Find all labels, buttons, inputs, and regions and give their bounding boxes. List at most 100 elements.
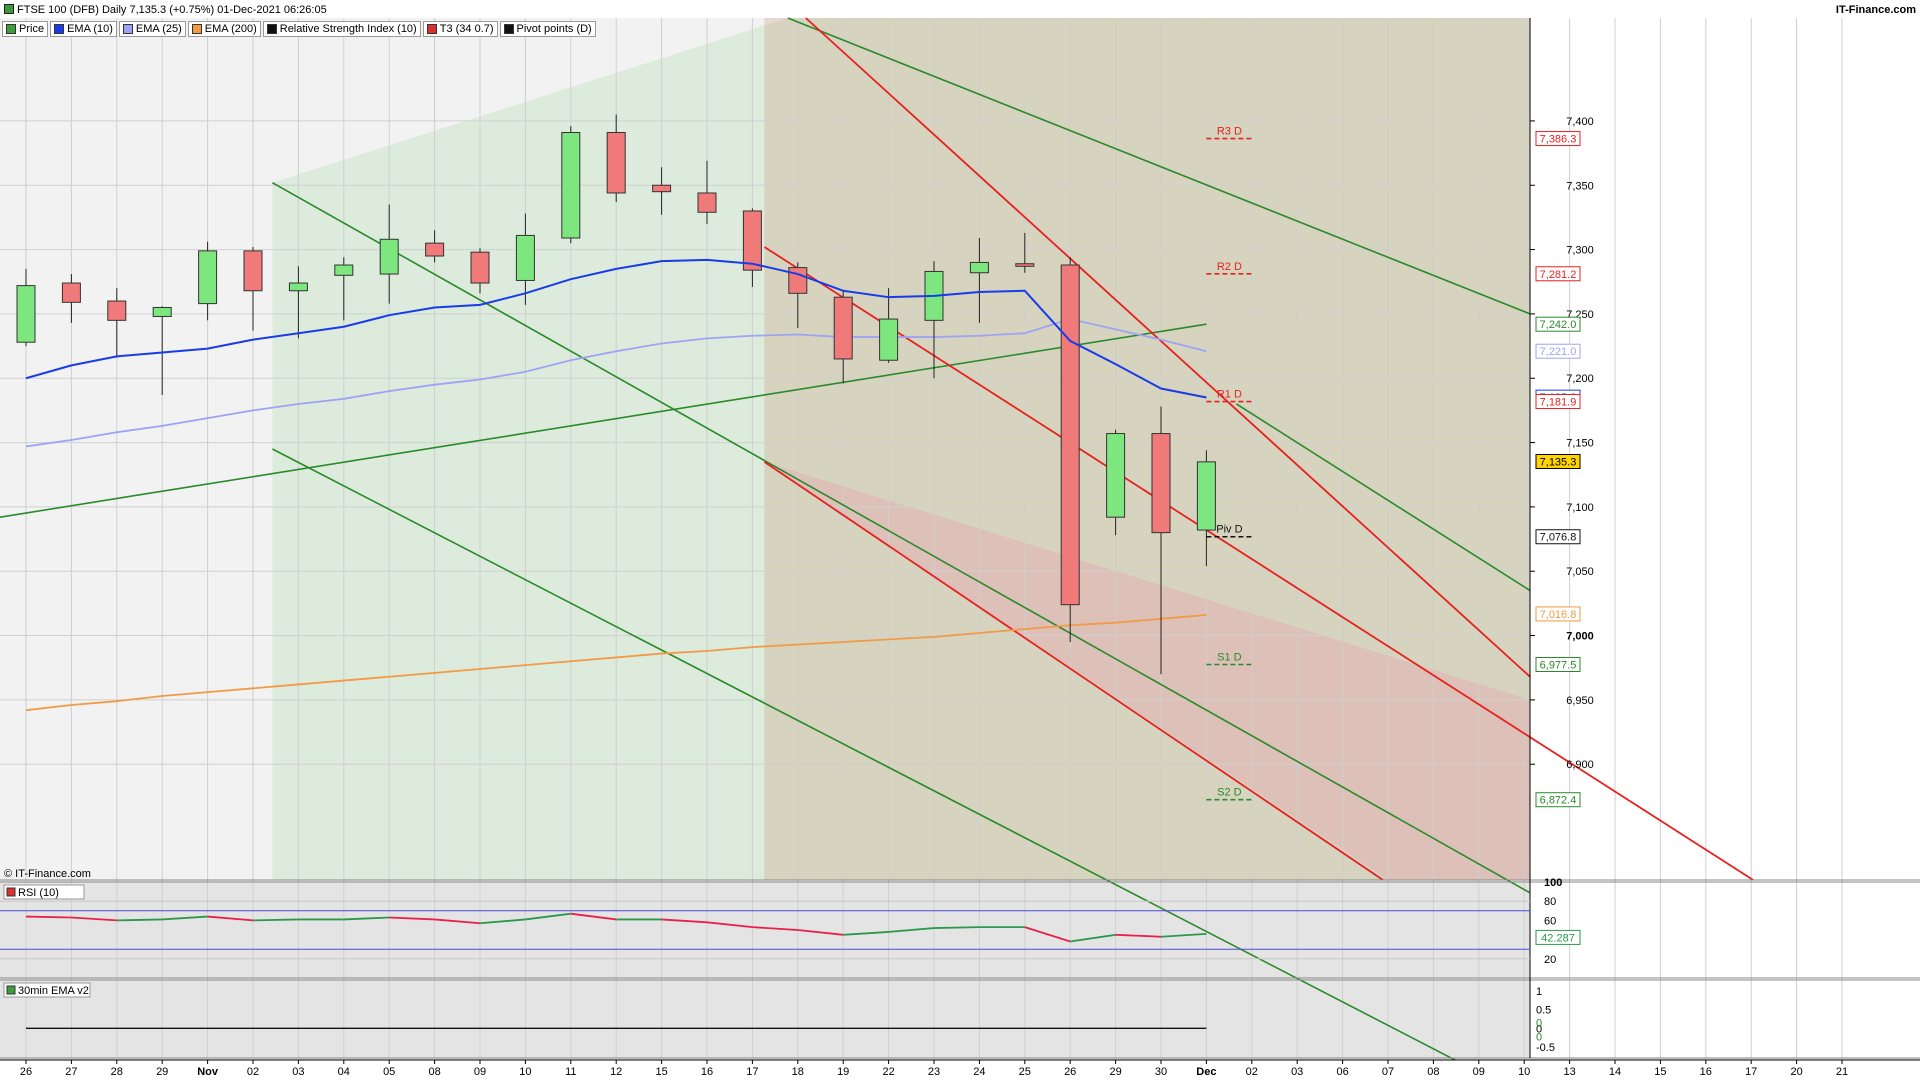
x-tick-label: 05 bbox=[383, 1066, 395, 1078]
y-tick-label: 7,200 bbox=[1566, 373, 1594, 385]
legend-label: Relative Strength Index (10) bbox=[279, 23, 417, 35]
osc-tick-label: 0.5 bbox=[1536, 1005, 1551, 1017]
pivot-label: S1 D bbox=[1217, 652, 1242, 664]
x-tick-label: 23 bbox=[928, 1066, 940, 1078]
x-tick-label: 03 bbox=[1291, 1066, 1303, 1078]
x-tick-label: 28 bbox=[111, 1066, 123, 1078]
legend: Price EMA (10) EMA (25) EMA (200) Relati… bbox=[2, 21, 596, 37]
candle-body bbox=[379, 238, 399, 275]
pivot-label: R3 D bbox=[1217, 126, 1242, 138]
osc-last-label: 0 bbox=[1536, 1018, 1542, 1030]
x-tick-label: 02 bbox=[247, 1066, 259, 1078]
x-tick-label: 06 bbox=[1336, 1066, 1348, 1078]
x-tick-label: 08 bbox=[428, 1066, 440, 1078]
y-tick-label: 7,000 bbox=[1566, 631, 1594, 643]
x-tick-label: 24 bbox=[973, 1066, 985, 1078]
candle-body bbox=[1106, 433, 1126, 518]
candle-body bbox=[788, 267, 808, 294]
pivot-label: R1 D bbox=[1217, 389, 1242, 401]
y-tick-label: 7,050 bbox=[1566, 566, 1594, 578]
candle-body bbox=[879, 318, 899, 361]
candle-body bbox=[288, 282, 308, 292]
legend-item-ema10[interactable]: EMA (10) bbox=[50, 21, 117, 37]
rsi-tick-label: 20 bbox=[1544, 954, 1556, 966]
rsi-title-swatch bbox=[6, 887, 16, 897]
price-label: 7,181.9 bbox=[1540, 397, 1577, 409]
x-tick-label: 12 bbox=[610, 1066, 622, 1078]
osc-panel-bg bbox=[0, 980, 1530, 1058]
x-tick-label: 10 bbox=[519, 1066, 531, 1078]
x-tick-label: 15 bbox=[1654, 1066, 1666, 1078]
candle-body bbox=[107, 300, 127, 321]
x-axis-bg bbox=[0, 1060, 1920, 1080]
candle-body bbox=[742, 210, 762, 271]
price-label: 7,016.8 bbox=[1540, 609, 1577, 621]
y-tick-label: 6,950 bbox=[1566, 695, 1594, 707]
x-tick-label: 17 bbox=[1745, 1066, 1757, 1078]
candle-body bbox=[198, 250, 218, 305]
x-tick-label: Nov bbox=[197, 1066, 219, 1078]
legend-label: EMA (25) bbox=[135, 23, 182, 35]
price-label: 7,242.0 bbox=[1540, 319, 1577, 331]
x-tick-label: 14 bbox=[1609, 1066, 1621, 1078]
chart-svg[interactable]: R3 D R2 D R1 D Piv D S1 D S2 D 7,400 7,350 7,300… bbox=[0, 0, 1920, 1080]
price-label: 6,872.4 bbox=[1540, 795, 1577, 807]
candle-body bbox=[243, 250, 263, 292]
x-tick-label: 10 bbox=[1518, 1066, 1530, 1078]
chart-stage[interactable]: R3 D R2 D R1 D Piv D S1 D S2 D 7,400 7,350 7,300… bbox=[0, 0, 1920, 1080]
osc-last-label: 0 bbox=[1536, 1032, 1542, 1044]
legend-swatch bbox=[503, 24, 514, 34]
legend-label: EMA (10) bbox=[67, 23, 113, 35]
legend-item-ema25[interactable]: EMA (25) bbox=[118, 21, 186, 37]
price-label: 7,281.2 bbox=[1540, 269, 1577, 281]
pivot-label: S2 D bbox=[1217, 787, 1242, 799]
price-label: 6,977.5 bbox=[1540, 660, 1577, 672]
legend-swatch bbox=[191, 24, 202, 34]
legend-item-price[interactable]: Price bbox=[2, 21, 49, 37]
x-tick-label: 16 bbox=[1700, 1066, 1712, 1078]
legend-item-ema200[interactable]: EMA (200) bbox=[187, 21, 261, 37]
pivot-label: R2 D bbox=[1217, 261, 1242, 273]
brand-label: IT-Finance.com bbox=[1835, 4, 1916, 16]
title-bar: FTSE 100 (DFB) Daily 7,135.3 (+0.75%) 01… bbox=[0, 0, 1920, 20]
y-axis-bg bbox=[1530, 18, 1920, 1058]
x-tick-label: 19 bbox=[837, 1066, 849, 1078]
candle-body bbox=[1196, 461, 1216, 531]
legend-label: Pivot points (D) bbox=[516, 23, 592, 35]
x-tick-label: 30 bbox=[1155, 1066, 1167, 1078]
candle-body bbox=[561, 132, 581, 239]
price-label: 7,076.8 bbox=[1540, 532, 1577, 544]
candle-body bbox=[606, 132, 626, 194]
candle-body bbox=[152, 306, 172, 317]
x-tick-label: 13 bbox=[1563, 1066, 1575, 1078]
legend-label: Price bbox=[19, 23, 45, 35]
legend-item-t3[interactable]: T3 (34 0.7) bbox=[422, 21, 498, 37]
instrument-icon bbox=[4, 4, 14, 14]
rsi-segment bbox=[252, 918, 299, 922]
candle-body bbox=[470, 251, 490, 284]
x-tick-label: 29 bbox=[1109, 1066, 1121, 1078]
legend-item-rsi[interactable]: Relative Strength Index (10) bbox=[262, 21, 421, 37]
y-tick-label: 6,900 bbox=[1566, 759, 1594, 771]
candle-body bbox=[969, 261, 989, 274]
pivot-label: Piv D bbox=[1216, 524, 1242, 536]
rsi-last-label: 42.287 bbox=[1541, 932, 1575, 944]
x-tick-label: 08 bbox=[1427, 1066, 1439, 1078]
x-tick-label: 03 bbox=[292, 1066, 304, 1078]
candle-body bbox=[697, 192, 717, 213]
candle-body bbox=[61, 282, 81, 303]
x-tick-label: 27 bbox=[65, 1066, 77, 1078]
x-tick-label: 15 bbox=[655, 1066, 667, 1078]
x-tick-label: 09 bbox=[474, 1066, 486, 1078]
rsi-segment bbox=[25, 915, 72, 919]
legend-label: T3 (34 0.7) bbox=[439, 23, 494, 35]
x-tick-label: 11 bbox=[565, 1066, 576, 1078]
legend-item-pivots[interactable]: Pivot points (D) bbox=[499, 21, 596, 37]
x-tick-label: 20 bbox=[1790, 1066, 1802, 1078]
legend-swatch bbox=[426, 24, 437, 34]
candle-body bbox=[16, 285, 36, 343]
chart-title: FTSE 100 (DFB) Daily 7,135.3 (+0.75%) 01… bbox=[17, 4, 327, 16]
y-tick-label: 7,400 bbox=[1566, 116, 1594, 128]
x-tick-label: 22 bbox=[882, 1066, 894, 1078]
y-tick-label: 7,100 bbox=[1566, 502, 1594, 514]
